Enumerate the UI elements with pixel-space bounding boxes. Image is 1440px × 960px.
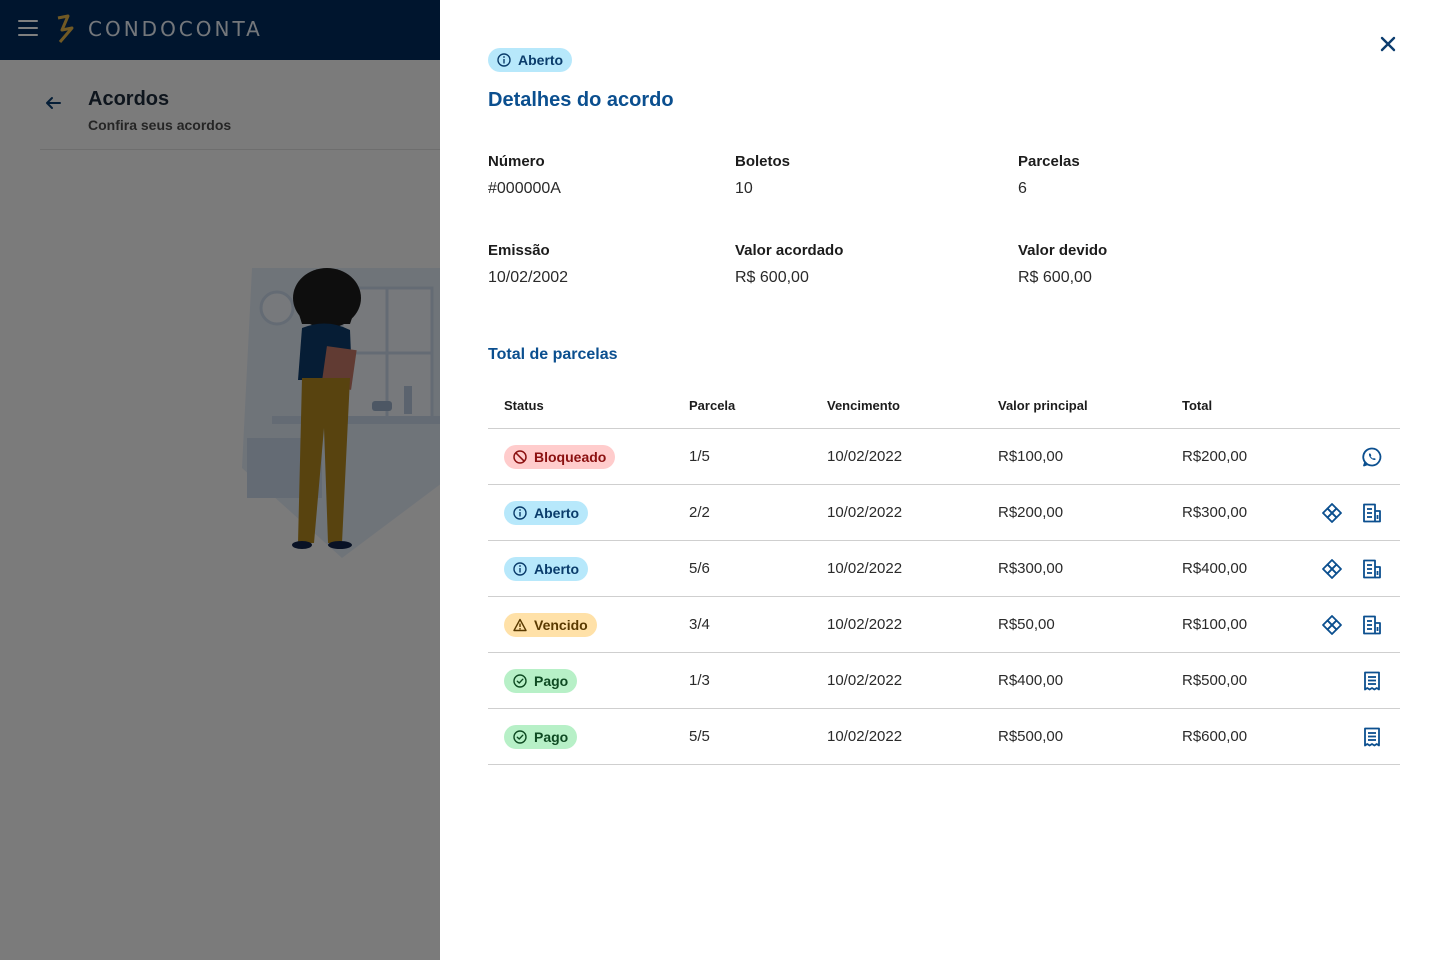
field-valor-devido: Valor devido R$ 600,00 xyxy=(1018,242,1107,287)
modal-backdrop[interactable] xyxy=(0,0,440,960)
status-badge: Pago xyxy=(504,725,578,749)
status-badge: Vencido xyxy=(504,613,597,637)
cell-total: R$300,00 xyxy=(1182,504,1248,521)
field-value: R$ 600,00 xyxy=(735,269,809,286)
check-circle-icon xyxy=(513,730,527,744)
drawer-title: Detalhes do acordo xyxy=(488,89,674,111)
field-label: Número xyxy=(488,153,545,170)
cell-valor-principal: R$400,00 xyxy=(998,672,1064,689)
cell-vencimento: 10/02/2022 xyxy=(827,504,903,521)
table-row: Aberto 2/2 10/02/2022 R$200,00 R$300,00 xyxy=(488,485,1400,541)
column-header-vencimento: Vencimento xyxy=(827,398,900,413)
cell-total: R$400,00 xyxy=(1182,560,1248,577)
boleto-icon[interactable] xyxy=(1361,558,1383,580)
cell-total: R$200,00 xyxy=(1182,448,1248,465)
pix-icon[interactable] xyxy=(1321,558,1343,580)
receipt-icon[interactable] xyxy=(1361,726,1383,748)
boleto-icon[interactable] xyxy=(1361,502,1383,524)
field-label: Boletos xyxy=(735,153,791,170)
close-icon[interactable] xyxy=(1377,33,1399,55)
status-badge: Aberto xyxy=(504,501,589,525)
column-header-valor-principal: Valor principal xyxy=(998,398,1088,413)
field-emissao: Emissão 10/02/2002 xyxy=(488,242,568,287)
field-label: Emissão xyxy=(488,242,550,259)
cell-valor-principal: R$300,00 xyxy=(998,560,1064,577)
table-row: Aberto 5/6 10/02/2022 R$300,00 R$400,00 xyxy=(488,541,1400,597)
table-row: Pago 1/3 10/02/2022 R$400,00 R$500,00 xyxy=(488,653,1400,709)
whatsapp-icon[interactable] xyxy=(1361,446,1383,468)
cell-vencimento: 10/02/2022 xyxy=(827,616,903,633)
agreement-details-drawer: Aberto Detalhes do acordo Número #000000… xyxy=(440,0,1440,960)
status-badge: Pago xyxy=(504,669,578,693)
pix-icon[interactable] xyxy=(1321,614,1343,636)
cell-vencimento: 10/02/2022 xyxy=(827,560,903,577)
boleto-icon[interactable] xyxy=(1361,614,1383,636)
status-badge-label: Vencido xyxy=(534,617,588,633)
cell-parcela: 1/3 xyxy=(689,672,710,689)
section-title: Total de parcelas xyxy=(488,346,618,363)
field-boletos: Boletos 10 xyxy=(735,153,790,198)
table-body: Bloqueado 1/5 10/02/2022 R$100,00 R$200,00 Ab… xyxy=(488,429,1400,765)
table-row: Pago 5/5 10/02/2022 R$500,00 R$600,00 xyxy=(488,709,1400,765)
cell-valor-principal: R$500,00 xyxy=(998,728,1064,745)
pix-icon[interactable] xyxy=(1321,502,1343,524)
column-header-total: Total xyxy=(1182,398,1213,413)
cell-vencimento: 10/02/2022 xyxy=(827,672,903,689)
field-value: 10 xyxy=(735,180,753,197)
info-icon xyxy=(513,506,527,520)
status-badge-label: Bloqueado xyxy=(534,449,607,465)
status-badge: Aberto xyxy=(504,557,589,581)
field-numero: Número #000000A xyxy=(488,153,561,198)
cell-total: R$600,00 xyxy=(1182,728,1248,745)
status-badge: Aberto xyxy=(488,48,573,72)
field-value: 10/02/2002 xyxy=(488,269,569,286)
status-badge-label: Aberto xyxy=(534,505,580,521)
status-badge-label: Aberto xyxy=(534,561,580,577)
field-label: Valor devido xyxy=(1018,242,1108,259)
cell-total: R$500,00 xyxy=(1182,672,1248,689)
field-parcelas: Parcelas 6 xyxy=(1018,153,1080,198)
info-icon xyxy=(513,562,527,576)
cell-valor-principal: R$100,00 xyxy=(998,448,1064,465)
column-header-status: Status xyxy=(504,398,544,413)
cell-parcela: 1/5 xyxy=(689,448,710,465)
cell-parcela: 5/6 xyxy=(689,560,710,577)
cell-valor-principal: R$50,00 xyxy=(998,616,1055,633)
field-value: R$ 600,00 xyxy=(1018,269,1092,286)
info-icon xyxy=(497,53,511,67)
field-label: Parcelas xyxy=(1018,153,1080,170)
blocked-icon xyxy=(513,450,527,464)
cell-parcela: 5/5 xyxy=(689,728,710,745)
status-badge-label: Pago xyxy=(534,673,569,689)
status-badge-label: Aberto xyxy=(518,52,564,68)
receipt-icon[interactable] xyxy=(1361,670,1383,692)
field-value: #000000A xyxy=(488,180,561,197)
cell-total: R$100,00 xyxy=(1182,616,1248,633)
installments-table: Status Parcela Vencimento Valor principa… xyxy=(488,384,1400,765)
warning-icon xyxy=(513,618,527,632)
status-badge-label: Pago xyxy=(534,729,569,745)
table-header: Status Parcela Vencimento Valor principa… xyxy=(488,384,1400,429)
cell-vencimento: 10/02/2022 xyxy=(827,448,903,465)
check-circle-icon xyxy=(513,674,527,688)
status-badge: Bloqueado xyxy=(504,445,616,469)
cell-vencimento: 10/02/2022 xyxy=(827,728,903,745)
cell-valor-principal: R$200,00 xyxy=(998,504,1064,521)
column-header-parcela: Parcela xyxy=(689,398,736,413)
field-valor-acordado: Valor acordado R$ 600,00 xyxy=(735,242,843,287)
field-value: 6 xyxy=(1018,180,1027,197)
field-label: Valor acordado xyxy=(735,242,844,259)
cell-parcela: 2/2 xyxy=(689,504,710,521)
table-row: Vencido 3/4 10/02/2022 R$50,00 R$100,00 xyxy=(488,597,1400,653)
table-row: Bloqueado 1/5 10/02/2022 R$100,00 R$200,00 xyxy=(488,429,1400,485)
cell-parcela: 3/4 xyxy=(689,616,710,633)
